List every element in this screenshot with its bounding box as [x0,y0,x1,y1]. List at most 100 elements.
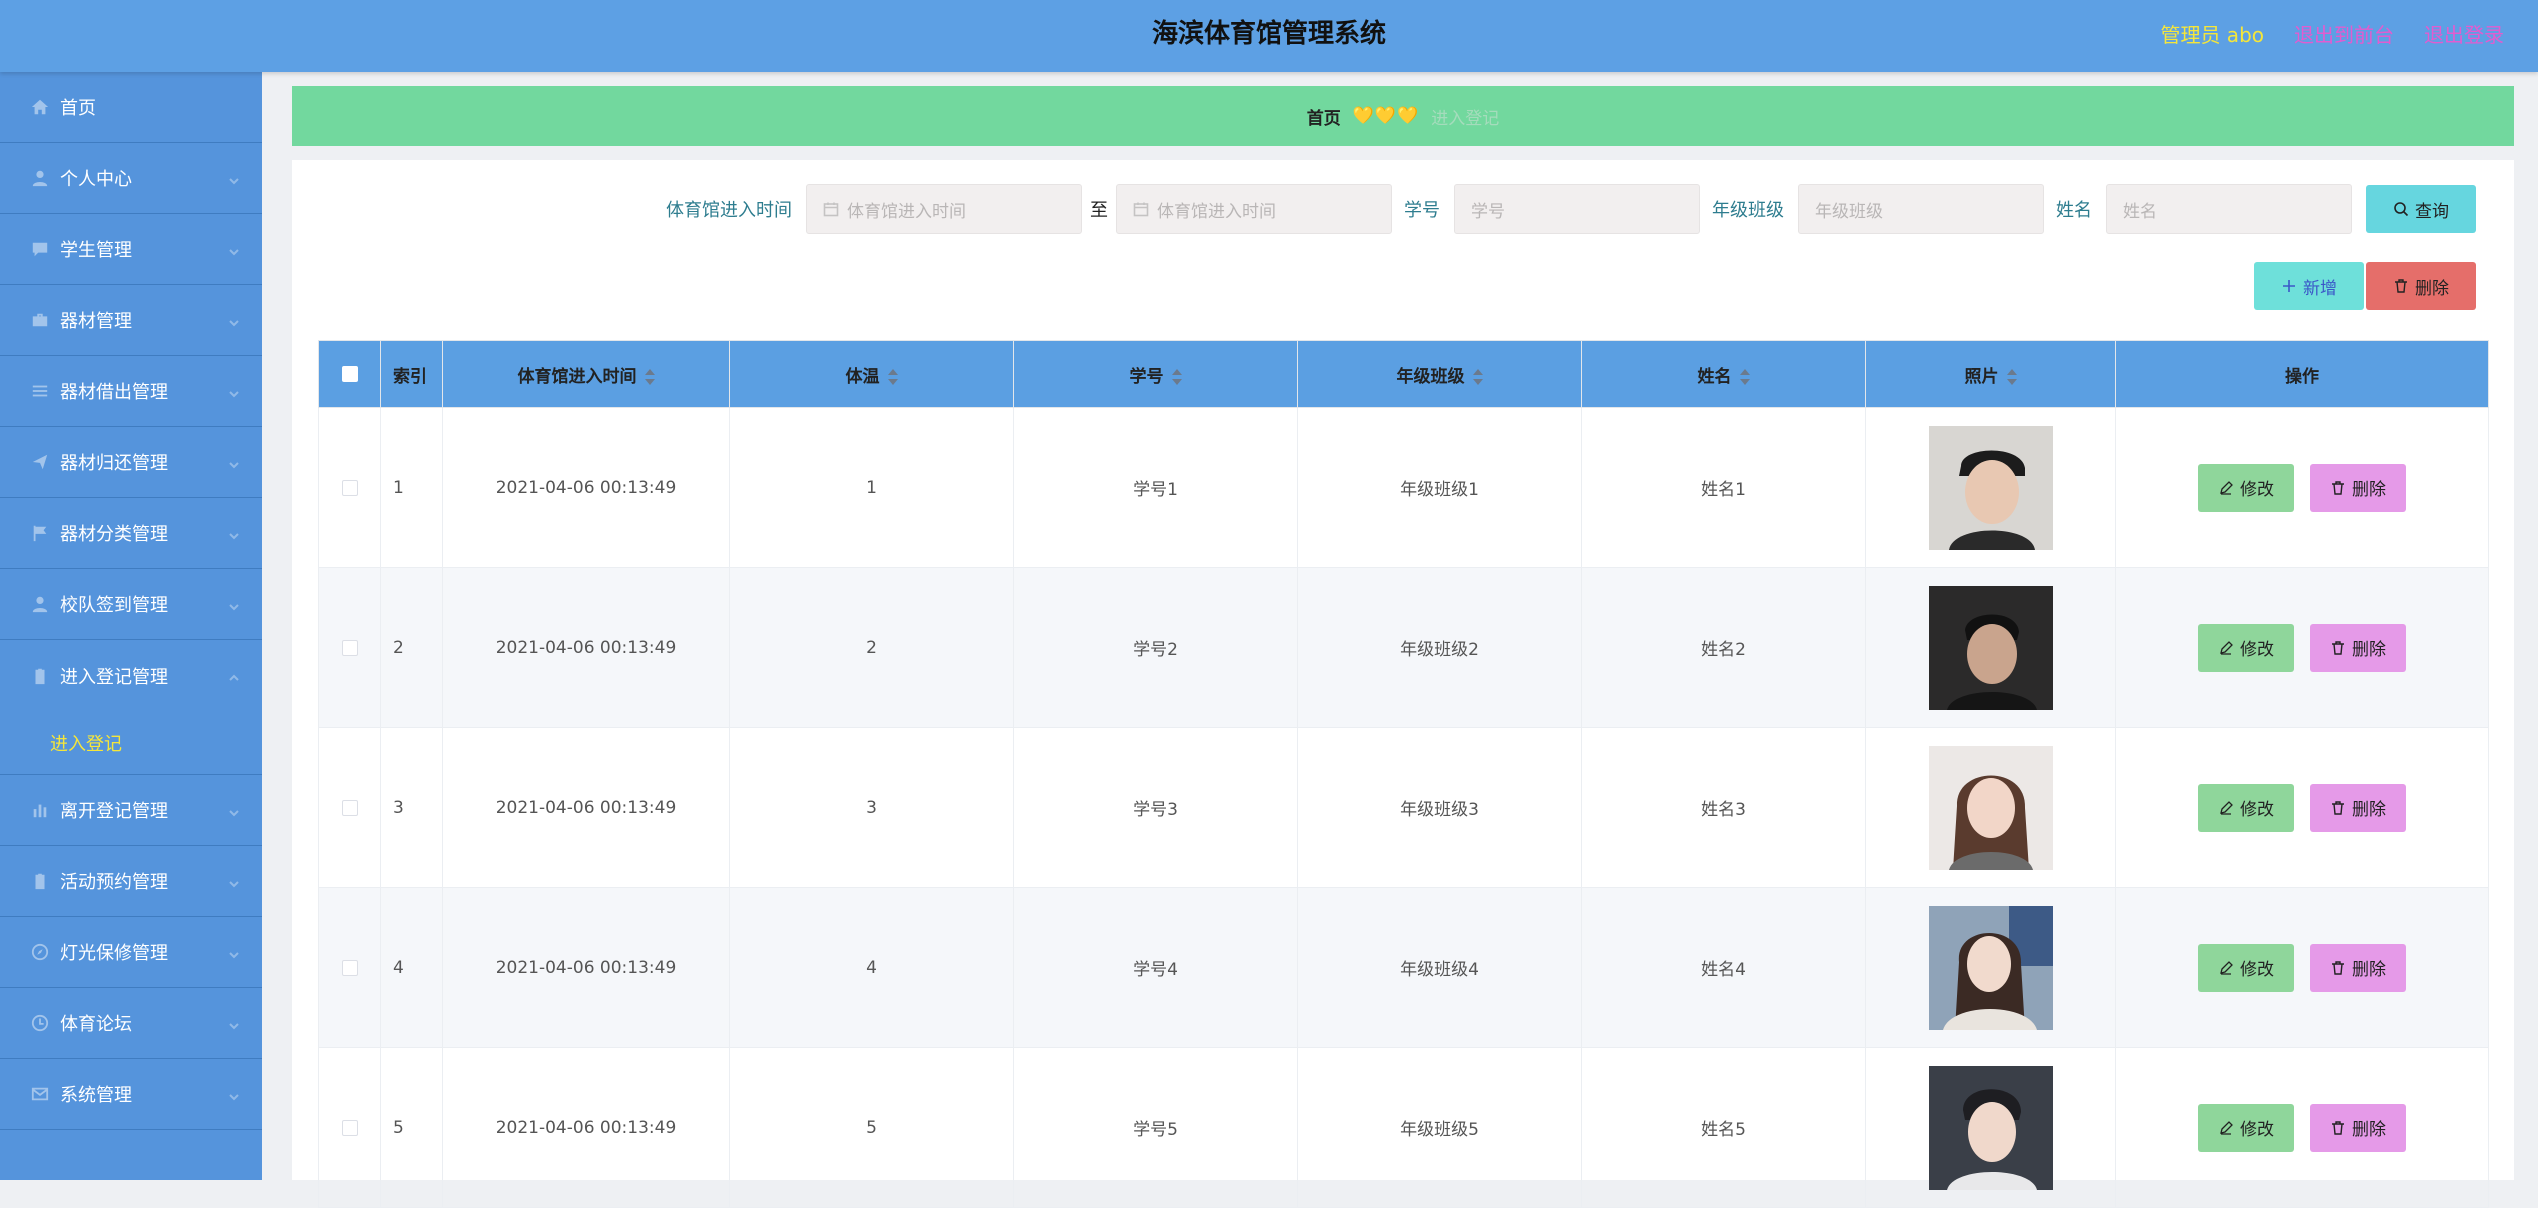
sort-icon[interactable] [887,368,898,385]
student-photo[interactable] [1928,905,2053,1030]
sidebar-item-personal-center[interactable]: 个人中心 [0,143,262,214]
name-placeholder: 姓名 [2123,201,2157,222]
table-header-row: 索引 体育馆进入时间 体温 学号 年级班级 姓名 照片 操作 [318,340,2489,408]
column-header-student-id[interactable]: 学号 [1013,340,1298,408]
sidebar-item-students[interactable]: 学生管理 [0,214,262,285]
table-row: 2 2021-04-06 00:13:49 2 学号2 年级班级2 姓名2 修改… [318,567,2489,728]
sidebar-item-equipment[interactable]: 器材管理 [0,285,262,356]
query-button[interactable]: 查询 [2366,185,2476,233]
edit-button[interactable]: 修改 [2198,943,2294,992]
exit-to-front-link[interactable]: 退出到前台 [2294,19,2394,48]
column-label: 学号 [1129,366,1164,387]
sidebar-item-team-checkin[interactable]: 校队签到管理 [0,569,262,640]
select-all-checkbox[interactable] [341,366,358,382]
action-bar: 新增 删除 [2254,262,2476,310]
home-icon [30,97,50,117]
student-id-input[interactable]: 学号 [1454,184,1700,234]
sort-icon[interactable] [644,368,655,385]
name-input[interactable]: 姓名 [2106,184,2352,234]
chevron-down-icon [228,874,240,888]
student-photo[interactable] [1928,425,2053,550]
submenu-entry-registration[interactable]: 进入登记 [0,711,262,775]
delete-button[interactable]: 删除 [2310,943,2406,992]
chevron-down-icon [228,597,240,611]
edit-button[interactable]: 修改 [2198,463,2294,512]
cell-student-id: 学号1 [1013,407,1298,568]
sort-icon[interactable] [1171,368,1182,385]
select-all-cell[interactable] [318,340,381,408]
plus-icon [2283,280,2295,292]
sort-icon[interactable] [2006,368,2017,385]
delete-button[interactable]: 删除 [2310,783,2406,832]
time-start-input[interactable]: 体育馆进入时间 [806,184,1082,234]
time-end-placeholder: 体育馆进入时间 [1157,201,1276,222]
top-header: 海滨体育馆管理系统 管理员 abo 退出到前台 退出登录 [0,0,2538,72]
cell-name: 姓名1 [1581,407,1866,568]
sidebar-item-home[interactable]: 首页 [0,72,262,143]
column-label: 体育馆进入时间 [517,366,637,387]
sidebar-item-label: 灯光保修管理 [60,943,168,964]
delete-button[interactable]: 删除 [2310,1103,2406,1152]
trash-icon [2395,279,2407,293]
breadcrumb: 首页 💛💛💛 进入登记 [292,86,2514,146]
sidebar-item-activity-booking[interactable]: 活动预约管理 [0,846,262,917]
delete-button[interactable]: 删除 [2310,623,2406,672]
row-checkbox[interactable] [341,959,358,976]
column-label: 体温 [845,366,880,387]
time-start-placeholder: 体育馆进入时间 [847,201,966,222]
row-checkbox[interactable] [341,799,358,816]
edit-button-label: 修改 [2240,800,2274,820]
student-photo[interactable] [1928,585,2053,710]
sidebar-item-system-management[interactable]: 系统管理 [0,1059,262,1130]
cell-class: 年级班级5 [1297,1047,1582,1208]
sidebar-item-entry-registration[interactable]: 进入登记管理 [0,640,262,711]
column-header-temperature[interactable]: 体温 [729,340,1014,408]
chevron-down-icon [228,1016,240,1030]
sidebar-item-exit-registration[interactable]: 离开登记管理 [0,775,262,846]
row-checkbox[interactable] [341,1119,358,1136]
sidebar-item-label: 系统管理 [60,1085,132,1106]
chevron-down-icon [228,384,240,398]
time-end-input[interactable]: 体育馆进入时间 [1116,184,1392,234]
cell-class: 年级班级3 [1297,727,1582,888]
edit-button[interactable]: 修改 [2198,783,2294,832]
sidebar-item-sports-forum[interactable]: 体育论坛 [0,988,262,1059]
edit-button-label: 修改 [2240,1120,2274,1140]
sidebar-item-label: 学生管理 [60,240,132,261]
class-input[interactable]: 年级班级 [1798,184,2044,234]
student-id-placeholder: 学号 [1471,201,1505,222]
row-checkbox[interactable] [341,479,358,496]
row-checkbox[interactable] [341,639,358,656]
breadcrumb-current: 进入登记 [1431,108,1500,129]
student-photo[interactable] [1928,1065,2053,1190]
clipboard-icon [30,871,50,891]
chevron-down-icon [228,1087,240,1101]
sort-icon[interactable] [1739,368,1750,385]
add-button[interactable]: 新增 [2254,262,2364,310]
sidebar-item-label: 首页 [60,98,96,119]
column-header-entry-time[interactable]: 体育馆进入时间 [442,340,730,408]
column-header-class[interactable]: 年级班级 [1297,340,1582,408]
records-table: 索引 体育馆进入时间 体温 学号 年级班级 姓名 照片 操作 1 2021-04… [318,340,2489,1208]
delete-button[interactable]: 删除 [2310,463,2406,512]
sidebar-item-equipment-return[interactable]: 器材归还管理 [0,427,262,498]
column-header-name[interactable]: 姓名 [1581,340,1866,408]
edit-icon [2220,960,2233,975]
user-icon [30,594,50,614]
cell-student-id: 学号2 [1013,567,1298,728]
edit-button[interactable]: 修改 [2198,1103,2294,1152]
breadcrumb-home[interactable]: 首页 [1307,104,1341,129]
header-actions: 管理员 abo 退出到前台 退出登录 [2160,0,2504,66]
student-photo[interactable] [1928,745,2053,870]
sidebar-item-label: 校队签到管理 [60,595,168,616]
column-header-photo[interactable]: 照片 [1865,340,2116,408]
sidebar-item-light-repair[interactable]: 灯光保修管理 [0,917,262,988]
delete-button-label: 删除 [2415,278,2449,299]
chevron-down-icon [228,455,240,469]
batch-delete-button[interactable]: 删除 [2366,262,2476,310]
logout-link[interactable]: 退出登录 [2424,19,2504,48]
sidebar-item-equipment-category[interactable]: 器材分类管理 [0,498,262,569]
sidebar-item-equipment-lend[interactable]: 器材借出管理 [0,356,262,427]
edit-button[interactable]: 修改 [2198,623,2294,672]
sort-icon[interactable] [1472,368,1483,385]
